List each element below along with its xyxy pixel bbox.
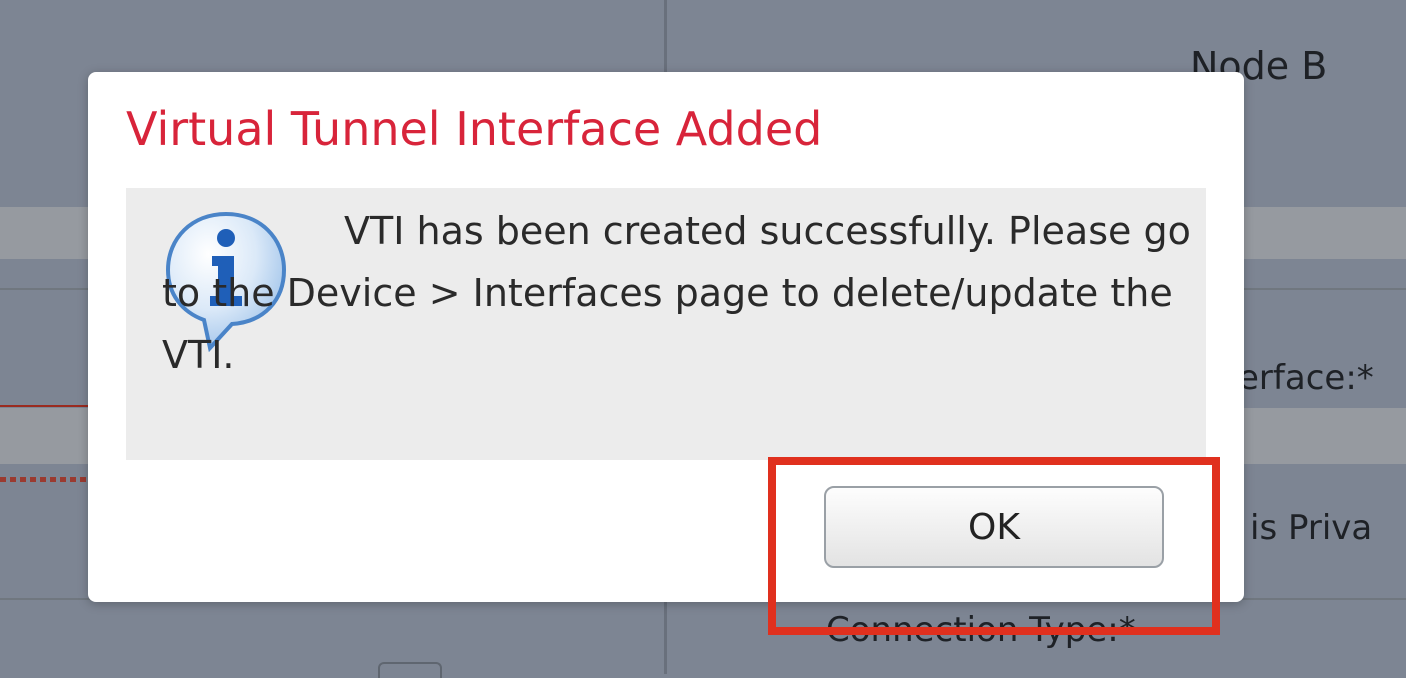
private-checkbox-label: is Priva [1250, 508, 1373, 548]
message-panel: VTI has been created successfully. Pleas… [126, 188, 1206, 460]
interface-field-label: erface:* [1238, 358, 1374, 398]
highlight-annotation-box [768, 457, 1220, 635]
background-field [378, 662, 442, 678]
validation-dotted-underline [0, 477, 92, 482]
message-text: VTI has been created successfully. Pleas… [162, 209, 1191, 377]
validation-underline [0, 405, 92, 407]
dialog-title: Virtual Tunnel Interface Added [126, 102, 823, 156]
